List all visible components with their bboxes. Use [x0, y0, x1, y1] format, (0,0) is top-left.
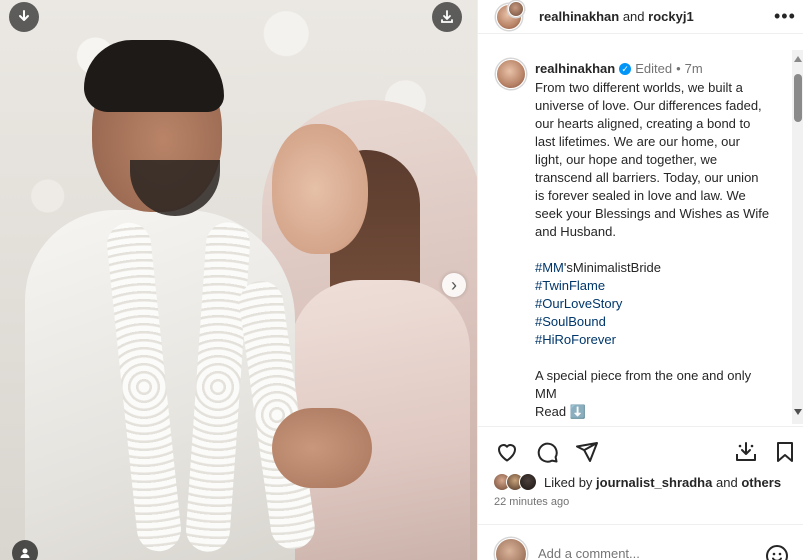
and-text: and: [622, 9, 645, 24]
post-header: realhinakhan and rockyj1 •••: [478, 0, 803, 34]
like-heart-icon[interactable]: [495, 440, 519, 464]
tagged-users-icon[interactable]: [12, 540, 38, 560]
emoji-picker-icon[interactable]: [765, 544, 789, 560]
bookmark-icon[interactable]: [773, 440, 797, 464]
save-download-tray-icon[interactable]: [734, 440, 758, 464]
caption-avatar[interactable]: [496, 59, 526, 89]
action-bar: [478, 436, 803, 468]
liker-username[interactable]: journalist_shradha: [596, 475, 712, 490]
hashtag-link[interactable]: #MM: [535, 260, 564, 275]
author-username[interactable]: realhinakhan: [539, 9, 619, 24]
bride-face: [272, 124, 368, 254]
scroll-thumb[interactable]: [794, 74, 802, 122]
comment-box: [478, 532, 803, 560]
closing-line: A special piece from the one and only MM: [535, 368, 752, 401]
post-time[interactable]: 7m: [685, 61, 703, 76]
more-options-icon[interactable]: •••: [774, 6, 796, 27]
liked-by-text: Liked by journalist_shradha and others: [544, 475, 781, 490]
carousel-next-button[interactable]: ›: [442, 273, 466, 297]
caption-scrollbar[interactable]: [792, 50, 803, 424]
comment-input[interactable]: [538, 546, 758, 560]
comment-bubble-icon[interactable]: [535, 440, 559, 464]
edited-label: Edited: [635, 61, 673, 76]
hashtag-line: #SoulBound: [535, 313, 771, 331]
liked-by-row: Liked by journalist_shradha and others: [493, 471, 781, 493]
download-icon[interactable]: [9, 2, 39, 32]
coauthor-username[interactable]: rockyj1: [648, 9, 694, 24]
current-user-avatar: [495, 538, 527, 560]
post-timestamp[interactable]: 22 minutes ago: [494, 496, 569, 508]
hashtag-line: #MM'sMinimalistBride: [535, 259, 771, 277]
hashtag-line: #HiRoForever: [535, 331, 771, 349]
share-send-icon[interactable]: [575, 440, 599, 464]
caption-scroll-area[interactable]: realhinakhan ✓ Edited • 7m From two diff…: [478, 50, 794, 424]
caption-username[interactable]: realhinakhan: [535, 61, 615, 76]
joined-hands: [272, 408, 372, 488]
caption-paragraph: From two different worlds, we built a un…: [535, 80, 770, 239]
read-text: Read: [535, 404, 567, 419]
hashtag-link[interactable]: #TwinFlame: [535, 278, 605, 293]
collab-names: realhinakhan and rockyj1: [539, 9, 694, 24]
hashtag-line: #TwinFlame: [535, 277, 771, 295]
post-side-panel: realhinakhan and rockyj1 ••• realhinakha…: [477, 0, 803, 560]
others-link[interactable]: others: [741, 475, 781, 490]
caption-header: realhinakhan ✓ Edited • 7m: [535, 61, 703, 76]
hashtag-link[interactable]: #HiRoForever: [535, 332, 616, 347]
down-arrow-emoji-icon: ⬇️: [569, 404, 586, 419]
save-download-icon[interactable]: [432, 2, 462, 32]
post-image[interactable]: ›: [0, 0, 477, 560]
and-text: and: [715, 474, 738, 490]
separator-dot: •: [676, 61, 681, 76]
read-line: Read ⬇️: [535, 403, 771, 421]
hashtag-link[interactable]: #SoulBound: [535, 314, 606, 329]
chevron-right-icon: ›: [451, 275, 457, 295]
verified-badge-icon: ✓: [619, 62, 632, 75]
hashtag-line: #OurLoveStory: [535, 295, 771, 313]
hashtag-suffix: 'sMinimalistBride: [563, 260, 662, 275]
caption-text: From two different worlds, we built a un…: [535, 79, 771, 421]
liker-avatar[interactable]: [519, 473, 537, 491]
scroll-down-icon[interactable]: [794, 409, 802, 415]
hashtag-link[interactable]: #OurLoveStory: [535, 296, 622, 311]
liked-by-prefix: Liked by: [544, 474, 593, 490]
divider: [478, 524, 803, 525]
coauthor-avatar[interactable]: [508, 1, 524, 17]
scroll-up-icon[interactable]: [794, 56, 802, 62]
divider: [478, 426, 803, 427]
